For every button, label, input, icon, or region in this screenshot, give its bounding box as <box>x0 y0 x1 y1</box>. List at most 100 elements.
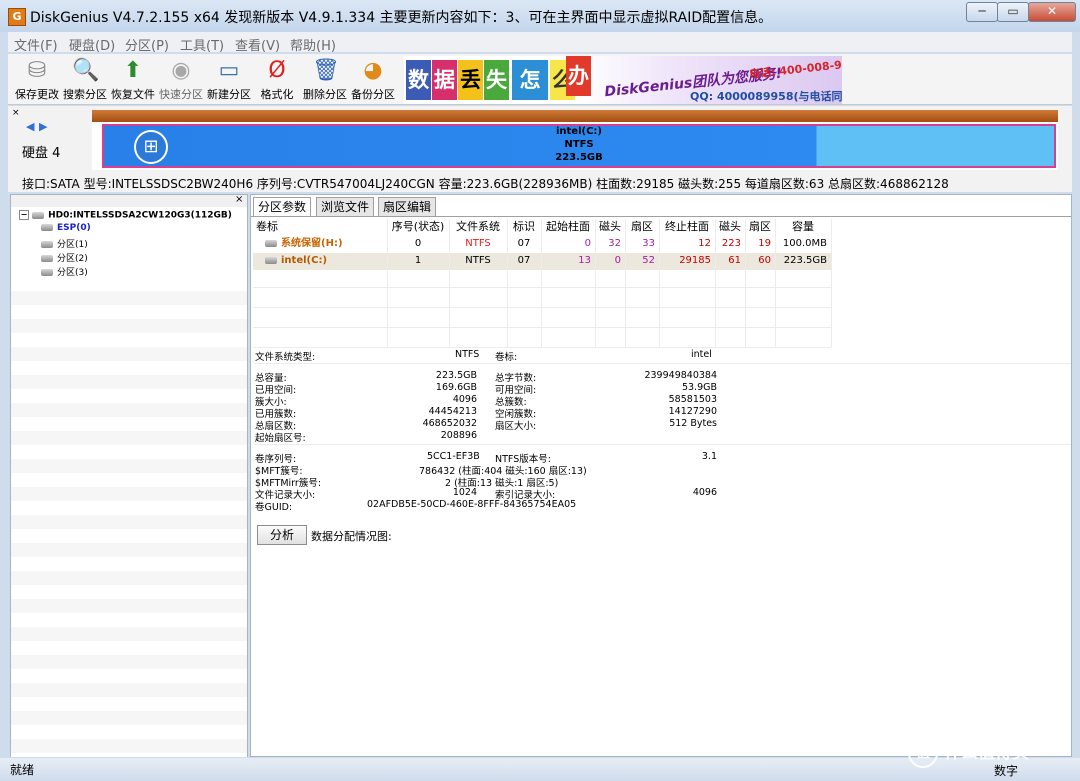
volume-label-label: 卷标: <box>495 352 518 363</box>
detail-value: 208896 <box>440 430 477 441</box>
menu-file[interactable]: 文件(F) <box>14 35 58 54</box>
menu-disk[interactable]: 硬盘(D) <box>69 35 115 54</box>
watermark: 值什么值得买 <box>908 738 1068 768</box>
collapse-icon[interactable]: − <box>19 210 29 220</box>
menu-tools[interactable]: 工具(T) <box>180 35 224 54</box>
format-button[interactable]: Ø 格式化 <box>252 56 302 102</box>
save-icon: ⛁ <box>27 58 47 83</box>
format-label: 格式化 <box>260 88 294 101</box>
quick-partition-icon: ◉ <box>171 58 191 83</box>
cell-end-sector: 19 <box>758 238 771 249</box>
status-text: 就绪 <box>10 763 35 777</box>
new-partition-button[interactable]: ▭ 新建分区 <box>204 56 254 102</box>
window-title: DiskGenius V4.7.2.155 x64 发现新版本 V4.9.1.3… <box>30 10 773 26</box>
recover-files-label: 恢复文件 <box>111 88 155 101</box>
title-bar: G DiskGenius V4.7.2.155 x64 发现新版本 V4.9.1… <box>0 0 1080 32</box>
tab-sector-edit[interactable]: 扇区编辑 <box>378 197 437 216</box>
col-fs: 文件系统 <box>456 220 500 233</box>
backup-partition-button[interactable]: ◕ 备份分区 <box>348 56 398 102</box>
fs-type-value: NTFS <box>455 349 480 360</box>
disk-nav-next-icon[interactable]: ▶ <box>39 120 47 133</box>
search-partition-button[interactable]: 🔍 搜索分区 <box>60 56 110 102</box>
partition-icon <box>41 241 53 248</box>
detail-value: 4096 <box>452 394 477 405</box>
tree-empty-area <box>11 277 247 757</box>
cell-label: 系统保留(H:) <box>253 236 399 252</box>
delete-icon: 🗑 <box>312 58 340 83</box>
col-label: 卷标 <box>256 220 278 233</box>
fs-details: 文件系统类型: NTFS 卷标: intel 总容量: 223.5GB 已用空间… <box>255 349 1071 519</box>
analyze-button[interactable]: 分析 <box>257 525 307 545</box>
banner-tile: 数 <box>406 60 431 100</box>
recover-files-button[interactable]: ⬆ 恢复文件 <box>108 56 158 102</box>
magnifier-icon: 🔍 <box>72 58 100 83</box>
partition-block-c[interactable]: ⊞ intel(C:) NTFS 223.5GB <box>102 124 1056 168</box>
cell-capacity: 100.0MB <box>782 238 827 249</box>
col-capacity: 容量 <box>792 220 814 233</box>
quick-partition-button[interactable]: ◉ 快速分区 <box>156 56 206 102</box>
close-button[interactable]: ✕ <box>1028 2 1076 22</box>
cell-end-cyl: 12 <box>698 238 711 249</box>
tree-root-disk[interactable]: − HD0:INTELSSDSA2CW120G3(112GB) <box>19 210 232 221</box>
delete-partition-button[interactable]: 🗑 删除分区 <box>300 56 350 102</box>
detail-value: 468652032 <box>422 418 477 429</box>
menu-view[interactable]: 查看(V) <box>235 35 280 54</box>
cell-index: 0 <box>414 238 422 249</box>
tab-divider <box>251 216 1071 217</box>
banner-tile: 失 <box>484 60 509 100</box>
cell-capacity: 223.5GB <box>783 255 827 266</box>
disk-label: 硬盘 4 <box>22 146 61 161</box>
disk-info-text: 接口:SATA 型号:INTELSSDSC2BW240H6 序列号:CVTR54… <box>22 177 949 191</box>
partition-map: ⊞ intel(C:) NTFS 223.5GB <box>92 110 1058 170</box>
cell-start-head: 0 <box>614 255 621 266</box>
backup-partition-label: 备份分区 <box>351 88 395 101</box>
fs-type-label: 文件系统类型: <box>255 352 316 363</box>
col-index: 序号(状态) <box>391 220 445 233</box>
tab-partition-params[interactable]: 分区参数 <box>253 197 312 216</box>
cell-start-head: 32 <box>608 238 621 249</box>
advertisement-banner[interactable]: 数 据 丢 失 怎 么 办 DiskGenius团队为您服务! 电话: 400-… <box>404 56 842 104</box>
cell-label: intel(C:) <box>253 253 399 269</box>
partition-icon <box>265 256 277 264</box>
allocation-chart-label: 数据分配情况图: <box>311 530 392 543</box>
cell-start-cyl: 13 <box>578 255 591 266</box>
detail-value: 44454213 <box>428 406 477 417</box>
disk-icon <box>32 211 45 219</box>
partition-fs: NTFS <box>564 139 594 150</box>
index-record-value: 4096 <box>692 487 717 498</box>
tree-item-esp[interactable]: ESP(0) <box>41 223 91 233</box>
close-icon[interactable]: × <box>12 108 20 118</box>
close-icon[interactable]: × <box>235 194 243 205</box>
tree-item-partition-2[interactable]: 分区(2) <box>41 251 88 264</box>
menu-partition[interactable]: 分区(P) <box>125 35 169 54</box>
disk-nav-prev-icon[interactable]: ◀ <box>26 120 34 133</box>
tree-item-partition-1[interactable]: 分区(1) <box>41 237 88 250</box>
delete-partition-label: 删除分区 <box>303 88 347 101</box>
partition-icon <box>41 269 53 276</box>
save-changes-label: 保存更改 <box>15 88 59 101</box>
col-start-head: 磁头 <box>599 220 621 233</box>
partition-size: 223.5GB <box>555 152 603 163</box>
volume-label-value: intel <box>691 349 712 360</box>
col-start-cyl: 起始柱面 <box>546 220 590 233</box>
toolbar: ⛁ 保存更改 🔍 搜索分区 ⬆ 恢复文件 ◉ 快速分区 ▭ 新建分区 Ø 格式化… <box>8 54 1072 105</box>
partition-icon <box>41 255 53 262</box>
guid-label: 卷GUID: <box>255 502 293 513</box>
banner-qq: QQ: 4000089958(与电话同号) <box>690 90 842 103</box>
tab-browse-files[interactable]: 浏览文件 <box>316 197 375 216</box>
tree-root-label: HD0:INTELSSDSA2CW120G3(112GB) <box>48 210 232 221</box>
minimize-button[interactable]: ─ <box>966 2 998 22</box>
tree-item-label: 分区(1) <box>57 240 88 250</box>
format-icon: Ø <box>268 58 286 83</box>
col-start-sector: 扇区 <box>631 220 653 233</box>
guid-value: 02AFDB5E-50CD-460E-8FFF-84365754EA05 <box>367 499 577 510</box>
menu-bar: 文件(F) 硬盘(D) 分区(P) 工具(T) 查看(V) 帮助(H) <box>8 32 1072 54</box>
cell-start-cyl: 0 <box>584 238 591 249</box>
tree-item-label: ESP(0) <box>57 223 91 233</box>
save-changes-button[interactable]: ⛁ 保存更改 <box>12 56 62 102</box>
maximize-button[interactable]: ▭ <box>997 2 1029 22</box>
banner-tile: 丢 <box>458 60 483 100</box>
disk-bar-top <box>92 110 1058 122</box>
menu-help[interactable]: 帮助(H) <box>290 35 336 54</box>
quick-partition-label: 快速分区 <box>159 88 203 101</box>
